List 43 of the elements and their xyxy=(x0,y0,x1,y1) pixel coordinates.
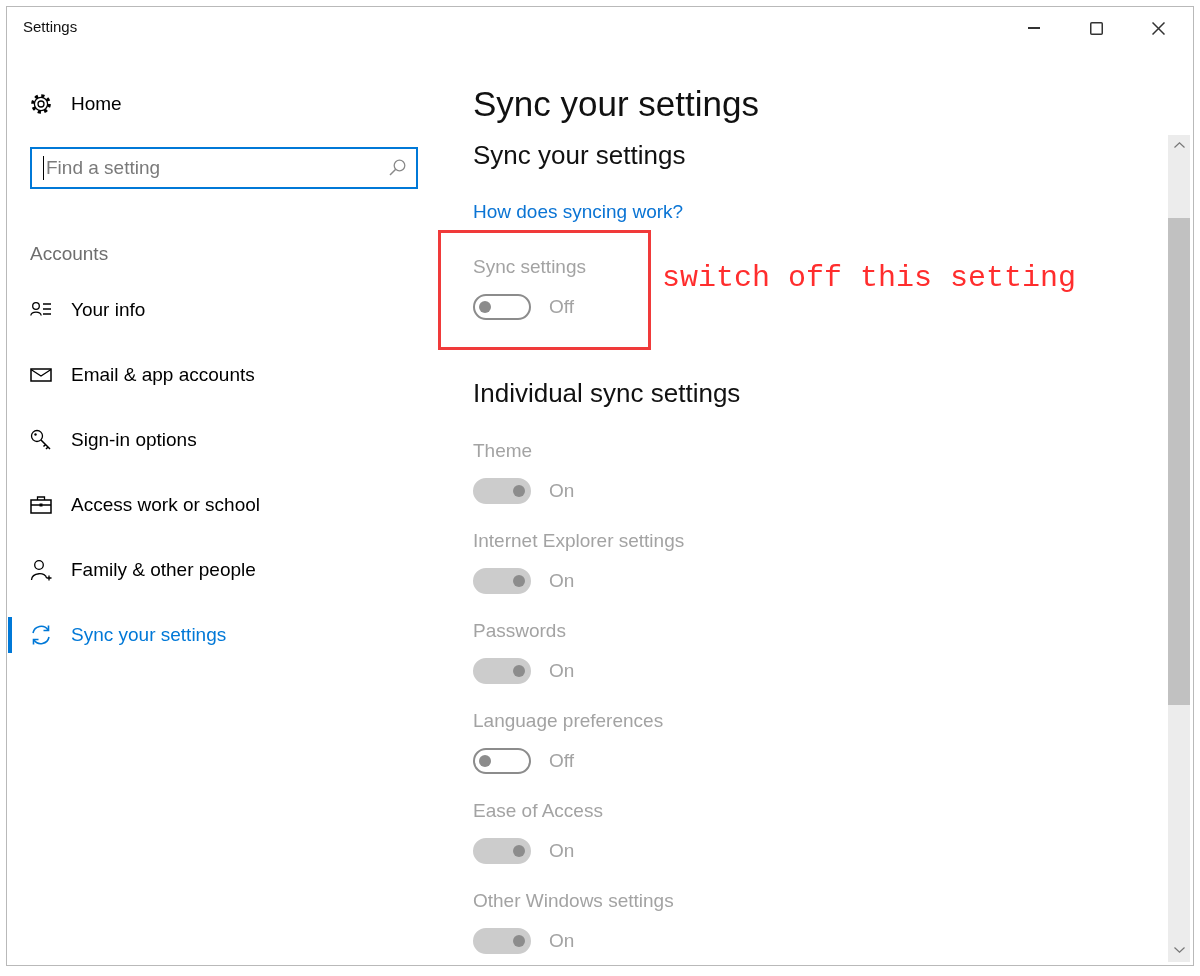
toggle-label: Sync settings xyxy=(473,255,587,279)
maximize-icon xyxy=(1089,21,1103,35)
scrollbar-thumb[interactable] xyxy=(1168,218,1190,705)
help-link[interactable]: How does syncing work? xyxy=(473,200,684,224)
toggle-label: Internet Explorer settings xyxy=(473,529,685,553)
close-icon xyxy=(1151,21,1165,35)
toggle-state-label: Off xyxy=(549,295,574,319)
chevron-down-icon[interactable] xyxy=(1173,947,1185,953)
briefcase-icon xyxy=(30,494,52,516)
gear-icon xyxy=(30,93,52,115)
person-add-icon xyxy=(30,559,52,581)
text-cursor-icon xyxy=(43,156,44,180)
sync-icon xyxy=(30,624,52,646)
page-title: Sync your settings xyxy=(473,83,759,125)
toggle-label: Other Windows settings xyxy=(473,889,675,913)
nav-item[interactable]: Email & app accounts xyxy=(8,357,263,393)
window-title: Settings xyxy=(22,17,78,37)
nav-item[interactable]: Sign-in options xyxy=(8,422,205,458)
minimize-icon xyxy=(1028,27,1040,29)
toggle-label: Language preferences xyxy=(473,709,665,733)
home-nav-item[interactable]: Home xyxy=(30,84,122,124)
section-heading: Accounts xyxy=(30,242,109,266)
toggle-label: Theme xyxy=(473,439,534,463)
annotation-text: switch off this setting xyxy=(662,260,1077,296)
toggle-state-label: On xyxy=(549,479,575,503)
toggle-state-label: On xyxy=(549,929,575,953)
toggle-label: Passwords xyxy=(473,619,567,643)
search-icon xyxy=(389,159,406,176)
toggle-state-label: Off xyxy=(549,749,574,773)
section-title: Sync your settings xyxy=(473,139,686,171)
nav-item[interactable]: Access work or school xyxy=(8,487,268,523)
search-field[interactable]: Find a setting xyxy=(30,147,418,189)
toggle-state-label: On xyxy=(549,569,575,593)
section-title: Individual sync settings xyxy=(473,377,741,409)
scrollbar[interactable] xyxy=(1168,135,1190,962)
nav-item[interactable]: Family & other people xyxy=(8,552,264,588)
toggle-label: Ease of Access xyxy=(473,799,604,823)
toggle-state-label: On xyxy=(549,839,575,863)
nav-item[interactable]: Your info xyxy=(8,292,154,328)
toggle-state-label: On xyxy=(549,659,575,683)
nav-item[interactable]: Sync your settings xyxy=(8,617,235,653)
key-icon xyxy=(30,429,52,451)
chevron-up-icon[interactable] xyxy=(1173,142,1185,148)
